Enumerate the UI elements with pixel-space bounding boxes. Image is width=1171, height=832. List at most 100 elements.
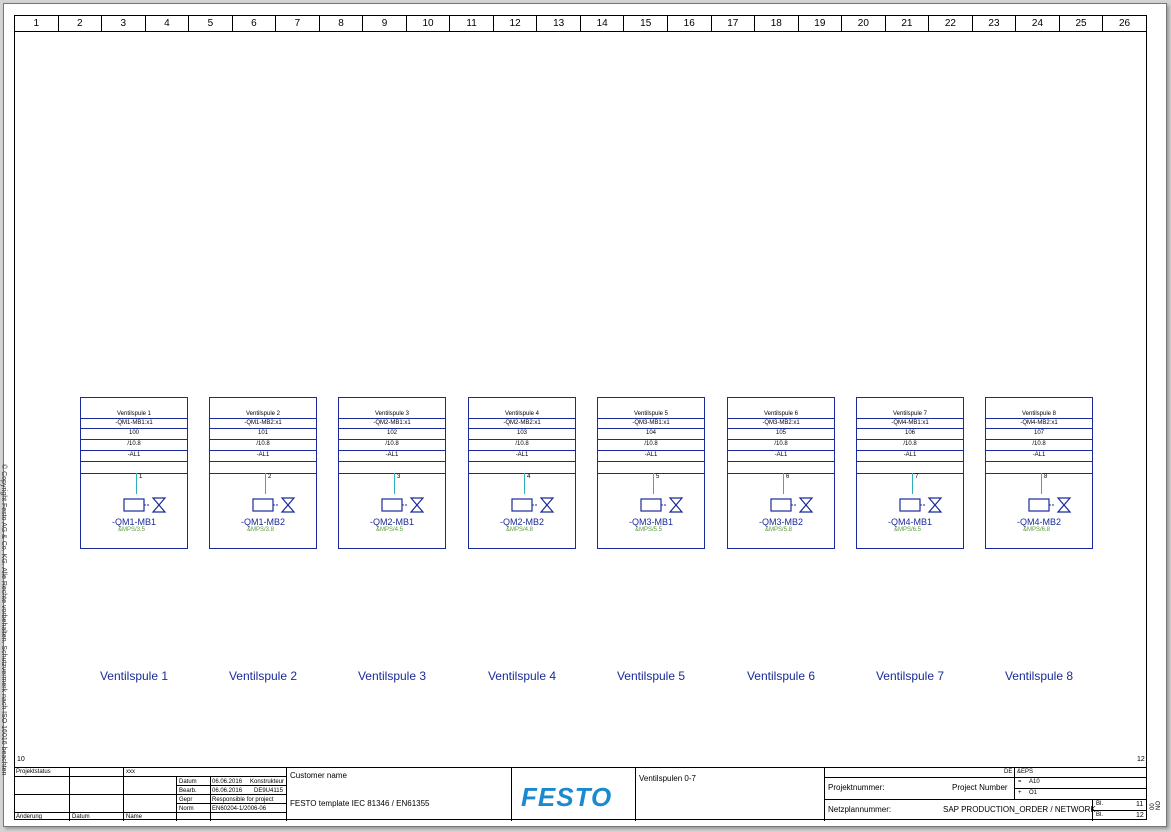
- eq-sign: =: [1018, 779, 1022, 785]
- datum2-label: Datum: [72, 814, 90, 820]
- connection-wire: [136, 473, 137, 494]
- cross-reference: &MPS/5.8: [765, 527, 793, 533]
- module-spacer-row: [728, 461, 834, 474]
- column-header-cell: 15: [624, 16, 668, 31]
- konstrukteur-label: Konstrukteur: [250, 779, 285, 785]
- solenoid-valve-icon: [252, 497, 296, 513]
- valve-coil-module: Ventilspule 5 -QM3-MB1:x1 104/10.8 -AL1 5 -QM…: [597, 397, 705, 549]
- name-label: Name: [126, 814, 143, 820]
- column-header-cell: 23: [973, 16, 1017, 31]
- column-header-cell: 25: [1060, 16, 1104, 31]
- solenoid-valve-icon: [123, 497, 167, 513]
- sheets-label: Bl.: [1096, 812, 1104, 818]
- column-header-row: 1 2 3 4 5 6 7 8 9 10 11 12 13 14 15 16 17 18 19 20 21 22 23 24 2…: [15, 16, 1146, 32]
- column-header-cell: 10: [407, 16, 451, 31]
- edge-code: 00 NO: [1150, 801, 1162, 810]
- device-tag: -QM1-MB1: [111, 517, 156, 527]
- module-title: Ventilspule 4: [504, 411, 540, 417]
- device-tag: -QM2-MB1: [369, 517, 414, 527]
- projektnummer-label: Projektnummer:: [828, 783, 885, 792]
- connection-wire: [783, 473, 784, 494]
- solenoid-valve-icon: [640, 497, 684, 513]
- module-spacer-row: [986, 461, 1092, 474]
- column-header-cell: 19: [799, 16, 843, 31]
- module-title-row: Ventilspule 5: [598, 398, 704, 419]
- sheet-label: Bl.: [1096, 801, 1104, 807]
- valve-coil-module: Ventilspule 1 -QM1-MB1:x1 100/10.8 -AL1 1 -QM…: [80, 397, 188, 549]
- module-title-row: Ventilspule 3: [339, 398, 445, 419]
- valve-coil-module: Ventilspule 4 -QM2-MB2:x1 103/10.8 -AL1 4 -QM…: [468, 397, 576, 549]
- gepr-value: Responsible for project: [212, 797, 274, 803]
- column-header-cell: 20: [842, 16, 886, 31]
- device-tag: -QM1-MB2: [240, 517, 285, 527]
- device-tag: -QM3-MB1: [628, 517, 673, 527]
- module-spacer-row: [857, 461, 963, 474]
- connection-wire: [524, 473, 525, 494]
- festo-logo: FESTO: [521, 782, 613, 812]
- module-title-row: Ventilspule 1: [81, 398, 187, 419]
- column-header-cell: 8: [320, 16, 364, 31]
- module-caption: Ventilspule 1: [99, 669, 169, 683]
- column-header-cell: 5: [189, 16, 233, 31]
- eq-value: A10: [1029, 779, 1040, 785]
- project-code: &EPS: [1017, 769, 1034, 775]
- module-title: Ventilspule 6: [763, 411, 799, 417]
- column-header-cell: 24: [1016, 16, 1060, 31]
- drawing-sheet: 1 2 3 4 5 6 7 8 9 10 11 12 13 14 15 16 17 18 19 20 21 22 23 24 2…: [0, 3, 1167, 827]
- column-header-cell: 1: [15, 16, 59, 31]
- device-tag: -QM4-MB2: [1016, 517, 1061, 527]
- connection-wire: [1041, 473, 1042, 494]
- customer-name: Customer name: [290, 771, 347, 780]
- valve-coil-module: Ventilspule 8 -QM4-MB2:x1 107/10.8 -AL1 8 -QM…: [985, 397, 1093, 549]
- valve-coil-module: Ventilspule 7 -QM4-MB1:x1 106/10.8 -AL1 7 -QM…: [856, 397, 964, 549]
- module-title-row: Ventilspule 4: [469, 398, 575, 419]
- module-title-row: Ventilspule 2: [210, 398, 316, 419]
- gepr-label: Gepr: [179, 797, 193, 803]
- page-title: Ventilspulen 0-7: [639, 774, 696, 783]
- solenoid-valve-icon: [381, 497, 425, 513]
- module-spacer-row: [469, 461, 575, 474]
- connection-wire: [265, 473, 266, 494]
- module-caption: Ventilspule 2: [228, 669, 298, 683]
- pin-number: 5: [656, 474, 660, 480]
- column-header-cell: 14: [581, 16, 625, 31]
- column-header-cell: 16: [668, 16, 712, 31]
- solenoid-valve-icon: [899, 497, 943, 513]
- column-header-cell: 9: [363, 16, 407, 31]
- column-header-cell: 7: [276, 16, 320, 31]
- module-title: Ventilspule 5: [633, 411, 669, 417]
- module-spacer-row: [339, 461, 445, 474]
- connection-wire: [653, 473, 654, 494]
- aenderung-label: Änderung: [16, 814, 43, 820]
- netzplan-value: SAP PRODUCTION_ORDER / NETWORK: [943, 805, 1096, 814]
- cross-reference: &MPS/6.8: [1023, 527, 1051, 533]
- valve-coil-module: Ventilspule 2 -QM1-MB2:x1 101/10.8 -AL1 2 -QM…: [209, 397, 317, 549]
- bearb-label: Bearb.: [179, 788, 197, 794]
- module-title: Ventilspule 1: [116, 411, 152, 417]
- module-title: Ventilspule 8: [1021, 411, 1057, 417]
- plus-sign: +: [1018, 790, 1022, 796]
- bearb-date: 06.06.2016: [212, 788, 243, 794]
- column-header-cell: 26: [1118, 18, 1131, 29]
- module-caption: Ventilspule 8: [1004, 669, 1074, 683]
- module-title-row: Ventilspule 7: [857, 398, 963, 419]
- corner-label-left: 10: [17, 756, 25, 763]
- column-header-cell: 17: [712, 16, 756, 31]
- module-title: Ventilspule 7: [892, 411, 928, 417]
- norm-label: Norm: [179, 806, 194, 812]
- connection-wire: [912, 473, 913, 494]
- cross-reference: &MPS/4.5: [376, 527, 404, 533]
- pin-number: 8: [1044, 474, 1048, 480]
- column-header-cell: 4: [146, 16, 190, 31]
- solenoid-valve-icon: [1028, 497, 1072, 513]
- column-header-cell: 22: [929, 16, 973, 31]
- module-caption: Ventilspule 7: [875, 669, 945, 683]
- template-name: FESTO template IEC 81346 / EN61355: [290, 799, 430, 808]
- column-header-cell: 18: [755, 16, 799, 31]
- module-title-row: Ventilspule 6: [728, 398, 834, 419]
- solenoid-valve-icon: [511, 497, 555, 513]
- module-spacer-row: [81, 461, 187, 474]
- cross-reference: &MPS/3.8: [247, 527, 275, 533]
- netzplan-label: Netzplannummer:: [828, 805, 892, 814]
- norm-value: EN60204-1/2006-06: [212, 806, 267, 812]
